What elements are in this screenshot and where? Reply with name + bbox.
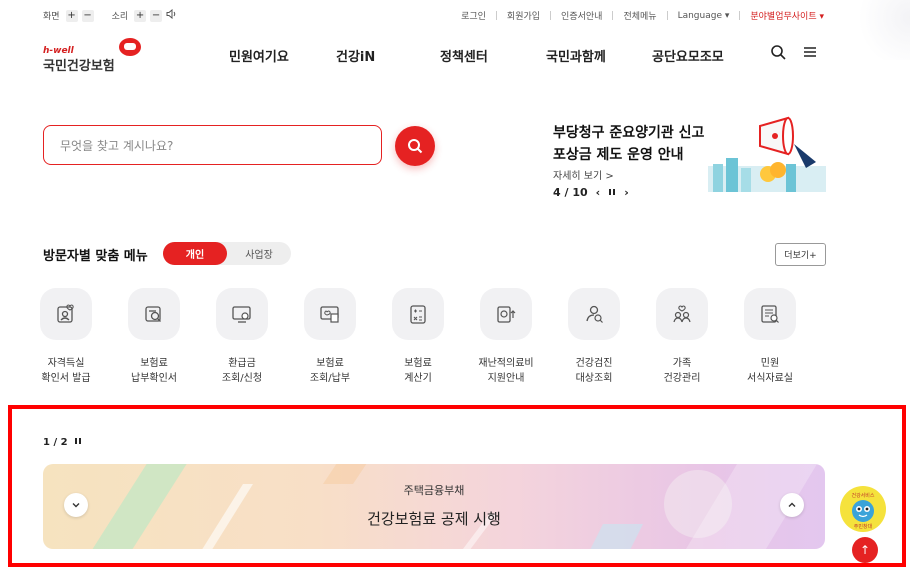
nav-item-civil-service[interactable]: 민원여기요 [229,46,289,65]
nav-item-health-in[interactable]: 건강iN [336,46,375,65]
banner-more-link[interactable]: 자세히 보기 > [553,167,614,182]
utility-bar: 화면 + − 소리 + − 로그인 회원가입 인증서안내 전체메뉴 Langua… [0,0,910,32]
tile-label: 보험료 계산기 [404,358,432,384]
accessibility-controls: 화면 + − 소리 + − [43,8,191,22]
toggle-business[interactable]: 사업장 [227,242,291,265]
slider-page-indicator: 1 / 2 [43,437,68,448]
quick-menu-item[interactable]: 보험료 납부확인서 [114,288,194,386]
certificate-icon [57,304,74,323]
search-input[interactable]: 무엇을 찾고 계시나요? [43,125,382,165]
sound-down-button[interactable]: − [150,9,163,22]
banner-page-indicator: 4 / 10 [553,186,588,199]
signup-link[interactable]: 회원가입 [507,9,540,22]
logo-name: 국민건강보험 [43,59,115,74]
mascot-text-bottom: 주민창대 [854,523,873,530]
notice-slide[interactable]: 주택금융부채 건강보험료 공제 시행 [43,464,825,549]
premium-lookup-icon [320,306,339,323]
header-icons [770,44,818,64]
speaker-icon[interactable] [166,8,177,22]
corner-decoration [850,0,910,60]
chevron-up-icon[interactable] [780,493,804,517]
quick-menu-item[interactable]: 민원 서식자료실 [730,288,810,386]
nav-item-with-citizens[interactable]: 국민과함께 [546,46,606,65]
mask-logo-icon [119,38,141,56]
visitor-type-toggle: 개인 사업장 [163,242,291,265]
hamburger-menu-icon[interactable] [802,44,818,64]
payment-check-icon [145,306,161,322]
search-icon [408,139,423,154]
refund-monitor-icon [232,306,251,323]
tile-label: 민원 서식자료실 [747,358,793,384]
utility-links: 로그인 회원가입 인증서안내 전체메뉴 Language ▾ 분야별업무사이트 … [461,9,824,23]
slide-decoration [92,464,817,549]
family-icon [673,305,691,323]
field-sites-dropdown[interactable]: 분야별업무사이트 ▾ [750,9,824,22]
certificate-guide-link[interactable]: 인증서안내 [561,9,602,22]
quick-menu-item[interactable]: 건강검진 대상조회 [554,288,634,386]
quick-menu-item[interactable]: 가족 건강관리 [642,288,722,386]
banner-title[interactable]: 부당청구 준요양기관 신고 포상금 제도 운영 안내 [553,122,704,166]
banner-pager: 4 / 10 ‹ › [553,186,629,199]
tile-label: 건강검진 대상조회 [575,358,613,384]
quick-menu-tiles: 자격득실 확인서 발급 보험료 납부확인서 환급금 조회/신청 보험료 조회/납… [40,288,833,388]
sound-label: 소리 [111,12,129,22]
quick-menu-item[interactable]: 자격득실 확인서 발급 [26,288,106,386]
forms-library-icon [761,305,779,323]
slider-pager: 1 / 2 [43,437,82,448]
slider-pause-icon[interactable] [74,437,82,448]
toggle-personal[interactable]: 개인 [163,242,227,265]
quick-menu-item[interactable]: 보험료 계산기 [378,288,458,386]
tile-label: 보험료 조회/납부 [309,358,351,384]
slide-subtitle: 주택금융부채 [403,484,465,497]
pause-icon[interactable] [608,186,616,199]
megaphone-illustration-icon [708,116,826,192]
screen-zoom-in-button[interactable]: + [65,9,78,22]
search-placeholder: 무엇을 찾고 계시나요? [60,138,174,153]
more-button[interactable]: 더보기+ [775,243,826,266]
tile-label: 환급금 조회/신청 [221,358,263,384]
search-button[interactable] [395,126,435,166]
prev-arrow-icon[interactable]: ‹ [596,186,601,199]
tile-label: 재난적의료비 지원안내 [478,358,534,384]
tile-label: 자격득실 확인서 발급 [41,358,91,384]
mascot-badge-icon[interactable]: 건강서비스 주민창대 [840,486,886,532]
next-arrow-icon[interactable]: › [624,186,629,199]
screen-size-label: 화면 [43,12,60,22]
language-dropdown[interactable]: Language ▾ [678,11,730,21]
sound-up-button[interactable]: + [134,9,147,22]
all-menu-link[interactable]: 전체메뉴 [623,9,656,22]
nav-item-policy-center[interactable]: 정책센터 [440,46,488,65]
search-icon[interactable] [770,44,786,64]
tile-label: 보험료 납부확인서 [131,358,177,384]
nav-item-about[interactable]: 공단요모조모 [652,46,724,65]
slide-title: 건강보험료 공제 시행 [367,510,501,528]
arrow-up-icon: ↑ [859,543,871,557]
chevron-down-icon[interactable] [64,493,88,517]
screen-zoom-out-button[interactable]: − [81,9,94,22]
tile-label: 가족 건강관리 [663,358,701,384]
scroll-to-top-button[interactable]: ↑ [852,537,878,563]
quick-menu-item[interactable]: 재난적의료비 지원안내 [466,288,546,386]
calculator-icon [410,305,426,324]
medical-support-icon [497,306,516,323]
mascot-text-top: 건강서비스 [851,492,874,499]
checkup-search-icon [586,305,603,323]
quick-menu-title: 방문자별 맞춤 메뉴 [43,249,148,264]
login-link[interactable]: 로그인 [461,9,486,22]
quick-menu-item[interactable]: 보험료 조회/납부 [290,288,370,386]
quick-menu-item[interactable]: 환급금 조회/신청 [202,288,282,386]
